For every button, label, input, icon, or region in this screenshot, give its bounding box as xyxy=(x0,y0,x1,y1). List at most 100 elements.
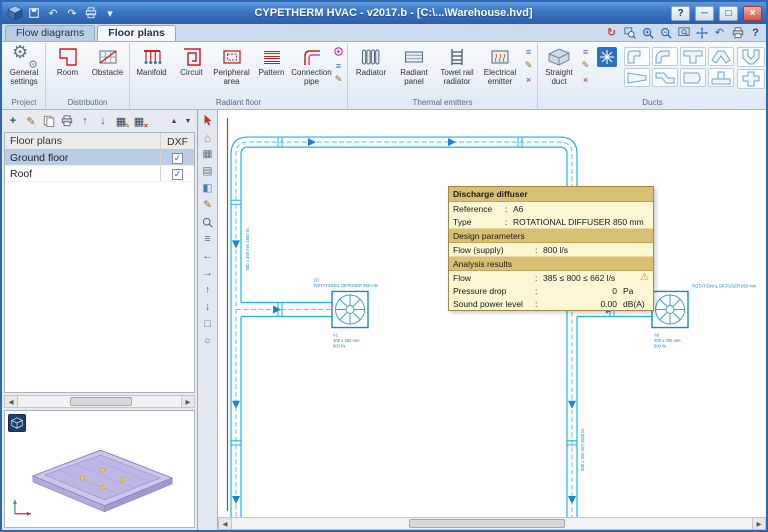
drawing-canvas[interactable]: D1 ROTATIONAL DIFFUSER 850 mm A1 400 x 2… xyxy=(218,110,766,517)
grid-toggle-button[interactable]: ▦ xyxy=(200,147,216,162)
pan-left-button[interactable]: ← xyxy=(200,249,216,264)
manifold-button[interactable]: Manifold xyxy=(132,43,171,78)
scroll-list-down-button[interactable]: ▼ xyxy=(182,114,194,128)
duct-transition-button[interactable] xyxy=(624,68,650,87)
previous-view-icon[interactable]: ↶ xyxy=(712,25,727,40)
radiant-panel-button[interactable]: Radiant panel xyxy=(393,43,435,87)
duct-end-cap-button[interactable] xyxy=(680,68,706,87)
pan-icon[interactable] xyxy=(694,25,709,40)
undo-button[interactable]: ↶ xyxy=(45,5,61,21)
duct-wye-button[interactable] xyxy=(708,47,734,66)
straight-duct-button[interactable]: Straight duct xyxy=(540,43,578,87)
move-up-button[interactable]: ↑ xyxy=(77,113,93,129)
circle-tool-button[interactable]: ○ xyxy=(200,334,216,349)
duct-cross-button[interactable] xyxy=(737,69,765,89)
preview-scrollbar[interactable]: ◀ ▶ xyxy=(4,395,195,408)
edit-dxf-button[interactable]: ▦✎ xyxy=(113,113,129,129)
svg-text:800 l/s: 800 l/s xyxy=(654,344,666,349)
straight-duct-label: Straight duct xyxy=(540,69,578,87)
tab-floor-plans[interactable]: Floor plans xyxy=(97,25,176,41)
select-tool-button[interactable] xyxy=(200,113,216,128)
object-list-button[interactable]: ≡ xyxy=(200,232,216,247)
circuit-button[interactable]: Circuit xyxy=(172,43,211,78)
toolbar-options-dropdown[interactable]: ▾ xyxy=(102,5,118,21)
radiant-panel-icon xyxy=(403,44,425,69)
floor-row-roof[interactable]: Roof ✓ xyxy=(5,166,194,182)
zoom-out-icon[interactable] xyxy=(658,25,673,40)
redraw-icon[interactable]: ↻ xyxy=(604,25,619,40)
duct-takeoff-button[interactable] xyxy=(708,68,734,87)
radiator-button[interactable]: Radiator xyxy=(350,43,392,78)
pattern-button[interactable]: Pattern xyxy=(252,43,291,78)
duct-grille-button[interactable] xyxy=(593,43,621,69)
dxf-checkbox-ground[interactable]: ✓ xyxy=(172,153,183,164)
scroll-left-button[interactable]: ◀ xyxy=(5,396,18,407)
scroll-right-button[interactable]: ▶ xyxy=(181,396,194,407)
room-button[interactable]: Room xyxy=(48,43,87,78)
obstacle-button[interactable]: Obstacle xyxy=(88,43,127,78)
canvas-horizontal-scrollbar[interactable]: ◀ ▶ xyxy=(218,517,766,530)
diffuser-symbol-left[interactable] xyxy=(332,291,368,327)
floor-plans-table: Floor plans DXF Ground floor ✓ Roof ✓ xyxy=(4,132,195,393)
circuit-edit-icon[interactable]: ✎ xyxy=(332,73,345,86)
edit-floor-button[interactable]: ✎ xyxy=(23,113,39,129)
pan-up-button[interactable]: ↑ xyxy=(200,283,216,298)
tab-flow-diagrams[interactable]: Flow diagrams xyxy=(5,25,95,41)
entities-table-button[interactable]: ▤ xyxy=(200,164,216,179)
duct-offset-button[interactable] xyxy=(652,68,678,87)
peripheral-area-button[interactable]: Peripheral area xyxy=(212,43,251,87)
view-3d-button[interactable] xyxy=(8,414,26,432)
region-tool-button[interactable]: □ xyxy=(200,317,216,332)
emitter-edit-icon[interactable]: ✎ xyxy=(522,59,535,72)
connection-pipe-button[interactable]: Connection pipe xyxy=(292,43,331,87)
zoom-tool-button[interactable] xyxy=(200,215,216,230)
view-help-icon[interactable]: ? xyxy=(748,25,763,40)
scrollbar-thumb[interactable] xyxy=(70,397,132,406)
general-settings-button[interactable]: ⚙⚙ General settings xyxy=(5,43,43,87)
redo-button[interactable]: ↷ xyxy=(64,5,80,21)
canvas-scroll-right-button[interactable]: ▶ xyxy=(752,518,765,529)
duct-curved-elbow-button[interactable] xyxy=(652,47,678,66)
add-floor-button[interactable]: + xyxy=(5,113,21,129)
emitter-delete-icon[interactable]: × xyxy=(522,73,535,86)
emitter-list-icon[interactable]: ≡ xyxy=(522,45,535,58)
minimize-button[interactable]: ─ xyxy=(695,6,714,21)
towel-rail-button[interactable]: Towel rail radiator xyxy=(436,43,478,87)
preview-3d-panel[interactable] xyxy=(4,410,195,528)
duct-elbow-button[interactable] xyxy=(624,47,650,66)
diffuser-symbol-right[interactable] xyxy=(652,291,688,327)
maximize-button[interactable]: □ xyxy=(719,6,738,21)
duct-edit-icon[interactable]: ✎ xyxy=(579,59,592,72)
canvas-scroll-left-button[interactable]: ◀ xyxy=(219,518,232,529)
print-view-icon[interactable] xyxy=(730,25,745,40)
print-button[interactable] xyxy=(83,5,99,21)
copy-floor-button[interactable] xyxy=(41,113,57,129)
canvas-scrollbar-thumb[interactable] xyxy=(409,519,565,528)
scroll-list-up-button[interactable]: ▲ xyxy=(168,114,180,128)
duct-tee-button[interactable] xyxy=(680,47,706,66)
print-floor-button[interactable] xyxy=(59,113,75,129)
zoom-extents-icon[interactable] xyxy=(676,25,691,40)
duct-list-icon[interactable]: ≡ xyxy=(579,45,592,58)
pan-right-button[interactable]: → xyxy=(200,266,216,281)
edit-tool-button[interactable]: ✎ xyxy=(200,198,216,213)
close-button[interactable]: × xyxy=(743,6,762,21)
duct-pants-button[interactable] xyxy=(737,47,765,67)
electrical-emitter-button[interactable]: Electrical emitter xyxy=(479,43,521,87)
group-label-distribution: Distribution xyxy=(48,98,127,109)
delete-dxf-button[interactable]: ▦× xyxy=(131,113,147,129)
svg-text:400 x 250 mm: 400 x 250 mm xyxy=(333,338,360,343)
move-down-button[interactable]: ↓ xyxy=(95,113,111,129)
floor-row-ground[interactable]: Ground floor ✓ xyxy=(5,150,194,166)
help-button[interactable]: ? xyxy=(671,6,690,21)
pan-down-button[interactable]: ↓ xyxy=(200,300,216,315)
zoom-window-icon[interactable] xyxy=(622,25,637,40)
home-view-button[interactable]: ⌂ xyxy=(200,130,216,145)
circuit-list-icon[interactable]: ≡ xyxy=(332,59,345,72)
circuit-spiral-icon[interactable] xyxy=(332,45,345,58)
save-button[interactable] xyxy=(26,5,42,21)
duct-delete-icon[interactable]: × xyxy=(579,73,592,86)
layers-panel-button[interactable]: ◧ xyxy=(200,181,216,196)
zoom-in-icon[interactable] xyxy=(640,25,655,40)
dxf-checkbox-roof[interactable]: ✓ xyxy=(172,169,183,180)
